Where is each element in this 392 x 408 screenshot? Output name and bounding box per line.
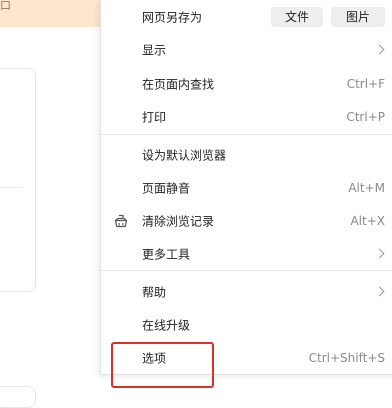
menu-item-display-label: 显示	[142, 43, 167, 57]
cleaner-icon	[114, 214, 128, 227]
menu-item-online-upgrade[interactable]: 在线升级	[101, 308, 392, 341]
menu-item-help[interactable]: 帮助	[101, 275, 392, 308]
menu-separator	[101, 134, 392, 135]
browser-main-menu: 网页另存为 文件 图片 显示 在页面内查找 Ctrl+F 打印 Ctrl+P 设…	[100, 0, 392, 375]
menu-item-save-as[interactable]: 网页另存为 文件 图片	[101, 0, 392, 33]
menu-item-print[interactable]: 打印 Ctrl+P	[101, 100, 392, 133]
menu-item-more-tools[interactable]: 更多工具	[101, 237, 392, 270]
menu-item-options-shortcut: Ctrl+Shift+S	[308, 350, 385, 365]
menu-item-save-as-label: 网页另存为	[142, 10, 203, 24]
menu-item-mute-page-label: 页面静音	[142, 181, 191, 195]
background-card-divider	[0, 187, 23, 188]
background-top-bar-text: 口	[0, 0, 11, 12]
menu-separator	[101, 270, 392, 271]
menu-item-set-default-browser-label: 设为默认浏览器	[142, 148, 227, 162]
menu-item-online-upgrade-label: 在线升级	[142, 318, 191, 332]
chevron-right-icon	[374, 44, 385, 54]
menu-item-mute-page[interactable]: 页面静音 Alt+M	[101, 171, 392, 204]
background-bottom-card	[0, 386, 36, 408]
menu-item-more-tools-label: 更多工具	[142, 247, 191, 261]
chevron-right-icon	[374, 248, 385, 258]
menu-item-display[interactable]: 显示	[101, 33, 392, 66]
menu-item-clear-history-label: 清除浏览记录	[142, 214, 215, 228]
save-as-image-button[interactable]: 图片	[331, 7, 385, 27]
menu-item-set-default-browser[interactable]: 设为默认浏览器	[101, 138, 392, 171]
highlight-annotation-box	[111, 342, 214, 388]
menu-item-clear-history-shortcut: Alt+X	[350, 213, 385, 228]
chevron-right-icon	[374, 286, 385, 296]
menu-item-print-shortcut: Ctrl+P	[346, 109, 385, 124]
save-as-file-button[interactable]: 文件	[271, 7, 323, 27]
menu-item-find-in-page[interactable]: 在页面内查找 Ctrl+F	[101, 67, 392, 100]
background-card	[0, 68, 36, 292]
menu-item-find-in-page-label: 在页面内查找	[142, 77, 215, 91]
menu-item-help-label: 帮助	[142, 285, 167, 299]
menu-item-find-in-page-shortcut: Ctrl+F	[346, 76, 385, 91]
menu-item-clear-history[interactable]: 清除浏览记录 Alt+X	[101, 204, 392, 237]
menu-item-print-label: 打印	[142, 110, 167, 124]
menu-item-mute-page-shortcut: Alt+M	[348, 180, 385, 195]
